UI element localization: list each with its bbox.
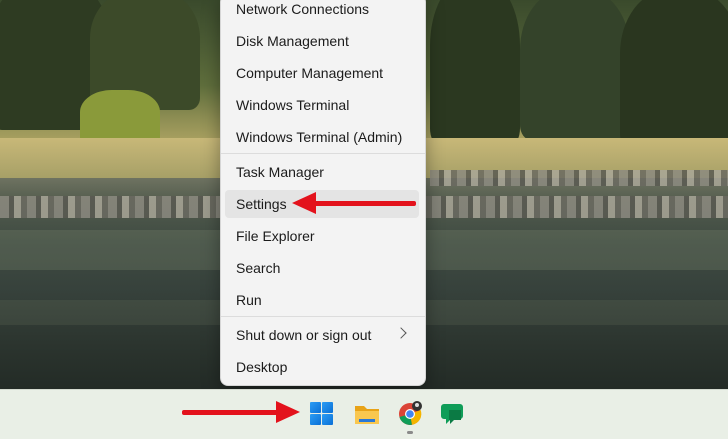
arrow-shaft — [182, 410, 280, 415]
arrow-head — [276, 401, 300, 423]
menu-item-search[interactable]: Search — [225, 254, 419, 282]
chevron-right-icon — [395, 327, 407, 339]
arrow-shaft — [312, 201, 416, 206]
menu-item-label: Task Manager — [236, 164, 324, 180]
menu-item-windows-terminal-admin[interactable]: Windows Terminal (Admin) — [225, 123, 419, 151]
menu-item-label: Disk Management — [236, 33, 349, 49]
google-chat-icon[interactable] — [440, 400, 468, 428]
taskbar — [0, 389, 728, 439]
menu-item-label: Computer Management — [236, 65, 384, 81]
tree-right — [430, 0, 520, 145]
winx-context-menu: Network Connections Disk Management Comp… — [220, 0, 426, 386]
menu-item-task-manager[interactable]: Task Manager — [225, 158, 419, 186]
menu-item-label: Search — [236, 260, 281, 276]
menu-item-file-explorer[interactable]: File Explorer — [225, 222, 419, 250]
menu-item-windows-terminal[interactable]: Windows Terminal — [225, 91, 419, 119]
rocks-right — [430, 170, 728, 186]
file-explorer-icon[interactable] — [353, 400, 381, 428]
tree-right-3 — [620, 0, 728, 150]
menu-item-network-connections[interactable]: Network Connections — [225, 0, 419, 23]
menu-item-label: Run — [236, 292, 262, 308]
chrome-icon[interactable] — [396, 400, 424, 434]
menu-item-label: Network Connections — [236, 1, 370, 17]
bush-left — [80, 90, 160, 145]
menu-item-label: Windows Terminal — [236, 97, 350, 113]
menu-item-label: Desktop — [236, 359, 288, 375]
menu-separator — [221, 316, 425, 317]
menu-item-shut-down-or-sign-out[interactable]: Shut down or sign out — [225, 321, 419, 349]
menu-item-label: Settings — [236, 196, 287, 212]
menu-item-desktop[interactable]: Desktop — [225, 353, 419, 381]
menu-item-label: Shut down or sign out — [236, 327, 372, 343]
windows-start-icon[interactable] — [309, 400, 337, 428]
arrow-head — [292, 192, 316, 214]
menu-item-label: File Explorer — [236, 228, 315, 244]
running-indicator — [407, 431, 413, 434]
menu-separator — [221, 153, 425, 154]
menu-item-label: Windows Terminal (Admin) — [236, 129, 403, 145]
tree-right-2 — [520, 0, 630, 140]
menu-item-run[interactable]: Run — [225, 286, 419, 314]
menu-item-disk-management[interactable]: Disk Management — [225, 27, 419, 55]
menu-item-computer-management[interactable]: Computer Management — [225, 59, 419, 87]
